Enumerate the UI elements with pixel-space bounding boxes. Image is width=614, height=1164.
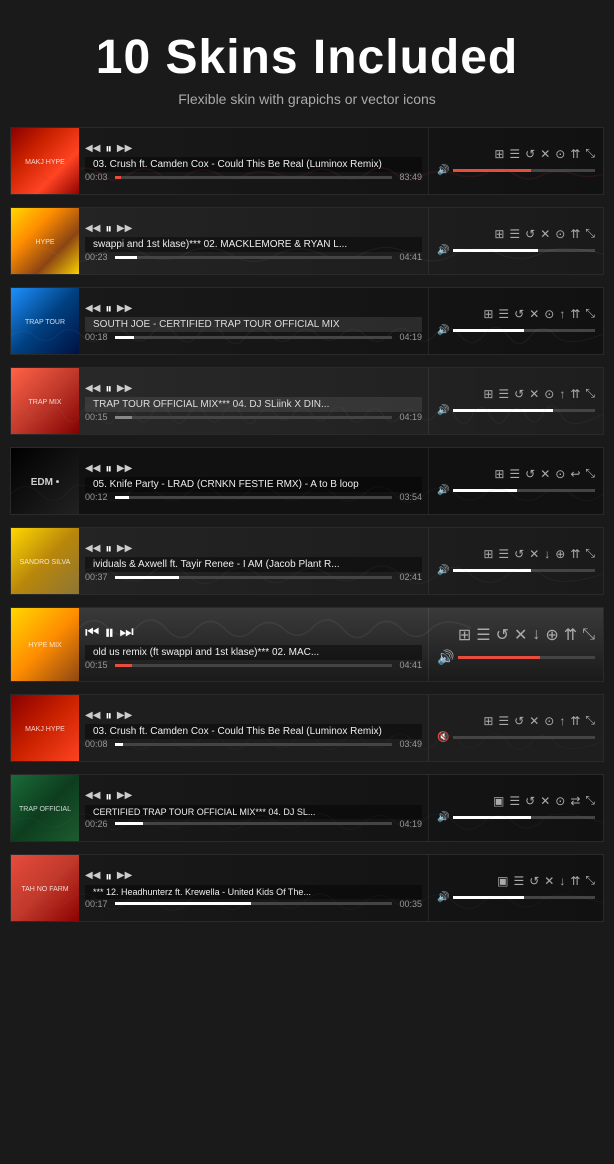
repeat-icon-7[interactable]: ↺ [496, 625, 509, 645]
progress-fill-7 [115, 664, 132, 667]
list-icon-7[interactable]: ☰ [476, 625, 490, 645]
progress-bar-9[interactable] [115, 822, 392, 825]
waveform-9 [11, 801, 603, 841]
prev-btn-10[interactable]: ◀◀ [85, 871, 100, 881]
player-3: TRAP TOUR ◀◀ ⏸ ▶▶ SOUTH JOE - CERTIFIED … [10, 287, 604, 355]
prev-btn-6[interactable]: ◀◀ [85, 544, 100, 554]
progress-fill-8 [115, 743, 123, 746]
next-btn-8[interactable]: ▶▶ [117, 711, 132, 721]
players-list: MAKJ HYPE ◀◀ ⏸ ▶▶ 03. Crush ft. Camden C… [0, 127, 614, 942]
prev-btn-4[interactable]: ◀◀ [85, 384, 100, 394]
vol-row-7: 🔊 [437, 649, 595, 666]
progress-fill-2 [115, 256, 137, 259]
next-btn-2[interactable]: ▶▶ [117, 224, 132, 234]
prev-btn-9[interactable]: ◀◀ [85, 791, 100, 801]
progress-fill-5 [115, 496, 129, 499]
prev-btn-1[interactable]: ◀◀ [85, 144, 100, 154]
progress-bar-1[interactable] [115, 176, 392, 179]
vol-icon-7[interactable]: 🔊 [437, 649, 454, 666]
vol-bar-7[interactable] [458, 656, 595, 659]
prev-btn-5[interactable]: ◀◀ [85, 464, 100, 474]
expand-icon-7[interactable]: ⤡ [582, 626, 595, 644]
art-label-7: HYPE MIX [11, 608, 79, 682]
waveform-5 [11, 474, 603, 514]
next-btn-5[interactable]: ▶▶ [117, 464, 132, 474]
upload-icon-7[interactable]: ⊕ [545, 625, 558, 645]
album-art-7: HYPE MIX [11, 608, 79, 682]
progress-fill-3 [115, 336, 134, 339]
progress-fill-1 [115, 176, 121, 179]
prev-btn-8[interactable]: ◀◀ [85, 711, 100, 721]
player-5: EDM • ◀◀ ⏸ ▶▶ 05. Knife Party - LRAD (CR… [10, 447, 604, 515]
header: 10 Skins Included Flexible skin with gra… [0, 0, 614, 127]
player-6: SANDRO SILVA ◀◀ ⏸ ▶▶ ividuals & Axwell f… [10, 527, 604, 595]
player-10: TAH NO FARM ◀◀ ⏸ ▶▶ *** 12. Headhunterz … [10, 854, 604, 922]
progress-fill-9 [115, 822, 143, 825]
app-container: 10 Skins Included Flexible skin with gra… [0, 0, 614, 942]
share-icon-7[interactable]: ⇈ [564, 625, 577, 645]
player-7: HYPE MIX ⏮ ⏸ ⏭ old us remix (ft swappi a… [10, 607, 604, 682]
waveform-8 [11, 721, 603, 761]
waveform-7 [79, 608, 471, 648]
progress-bar-10[interactable] [115, 902, 392, 905]
progress-bar-2[interactable] [115, 256, 392, 259]
progress-fill-6 [115, 576, 179, 579]
download-icon-7[interactable]: ↓ [532, 626, 540, 644]
time-total-7: 04:41 [396, 660, 422, 670]
player-2: HYPE ◀◀ ⏸ ▶▶ swappi and 1st klase)*** 02… [10, 207, 604, 275]
progress-bar-3[interactable] [115, 336, 392, 339]
time-current-7: 00:15 [85, 660, 111, 670]
vol-fill-7 [458, 656, 540, 659]
waveform-2 [11, 234, 603, 274]
next-btn-9[interactable]: ▶▶ [117, 791, 132, 801]
waveform-3 [11, 314, 603, 354]
progress-bar-6[interactable] [115, 576, 392, 579]
next-btn-4[interactable]: ▶▶ [117, 384, 132, 394]
page-subtitle: Flexible skin with grapichs or vector ic… [20, 91, 594, 107]
shuffle-icon-7[interactable]: ✕ [514, 625, 527, 645]
next-btn-6[interactable]: ▶▶ [117, 544, 132, 554]
next-btn-3[interactable]: ▶▶ [117, 304, 132, 314]
time-row-7: 00:15 04:41 [85, 660, 422, 670]
prev-btn-2[interactable]: ◀◀ [85, 224, 100, 234]
prev-btn-3[interactable]: ◀◀ [85, 304, 100, 314]
player-9: TRAP OFFICIAL ◀◀ ⏸ ▶▶ CERTIFIED TRAP TOU… [10, 774, 604, 842]
player-8: MAKJ HYPE ◀◀ ⏸ ▶▶ 03. Crush ft. Camden C… [10, 694, 604, 762]
waveform-4 [11, 394, 603, 434]
player-1: MAKJ HYPE ◀◀ ⏸ ▶▶ 03. Crush ft. Camden C… [10, 127, 604, 195]
progress-bar-7[interactable] [115, 664, 392, 667]
waveform-1 [11, 154, 603, 194]
next-btn-1[interactable]: ▶▶ [117, 144, 132, 154]
waveform-6 [11, 554, 603, 594]
progress-bar-8[interactable] [115, 743, 392, 746]
progress-bar-5[interactable] [115, 496, 392, 499]
next-btn-10[interactable]: ▶▶ [117, 871, 132, 881]
player-4: TRAP MIX ◀◀ ⏸ ▶▶ TRAP TOUR OFFICIAL MIX*… [10, 367, 604, 435]
page-title: 10 Skins Included [20, 30, 594, 85]
progress-fill-10 [115, 902, 251, 905]
progress-bar-4[interactable] [115, 416, 392, 419]
progress-fill-4 [115, 416, 132, 419]
waveform-10 [11, 881, 603, 921]
